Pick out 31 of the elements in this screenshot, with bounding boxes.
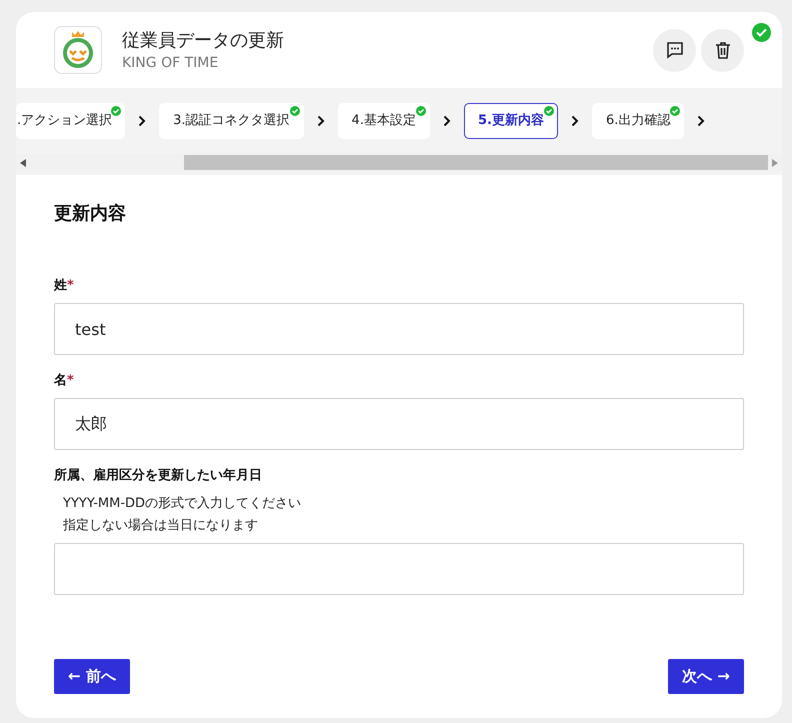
- trash-icon: [714, 42, 730, 58]
- app-name: KING OF TIME: [122, 54, 220, 72]
- comment-button[interactable]: [653, 28, 696, 72]
- chevron-right-icon: [442, 115, 451, 127]
- step-tab[interactable]: 4.基本設定: [338, 103, 430, 139]
- section-heading: 更新内容: [54, 202, 127, 226]
- step-tab[interactable]: 6.出力確認: [592, 103, 684, 139]
- scroll-right-icon: [772, 158, 778, 166]
- input-field[interactable]: [54, 543, 744, 595]
- step-tab[interactable]: .アクション選択: [16, 103, 126, 139]
- input-field[interactable]: 太郎: [54, 398, 744, 450]
- step-tab[interactable]: 3.認証コネクタ選択: [159, 103, 304, 139]
- page-title: 従業員データの更新: [122, 29, 284, 53]
- chevron-right-icon: [697, 115, 706, 127]
- delete-button[interactable]: [701, 28, 744, 72]
- help-text: 指定しない場合は当日になります: [62, 517, 258, 535]
- step-tab[interactable]: 5.更新内容: [464, 103, 558, 139]
- field-label: 名*: [54, 372, 74, 390]
- next-button[interactable]: 次へ →: [668, 659, 744, 694]
- field-label: 姓*: [54, 277, 74, 295]
- input-field[interactable]: test: [54, 303, 744, 355]
- chevron-right-icon: [316, 115, 325, 127]
- field-label: 所属、雇用区分を更新したい年月日: [54, 467, 262, 485]
- chevron-right-icon: [570, 115, 579, 127]
- back-button[interactable]: ← 前へ: [54, 659, 130, 694]
- chevron-right-icon: [138, 115, 146, 127]
- help-text: YYYY-MM-DDの形式で入力してください: [62, 495, 302, 513]
- chat-icon: [666, 41, 684, 59]
- scrollbar-thumb[interactable]: [184, 155, 768, 170]
- scroll-left-icon: [20, 158, 26, 166]
- app-logo-icon: [54, 26, 102, 74]
